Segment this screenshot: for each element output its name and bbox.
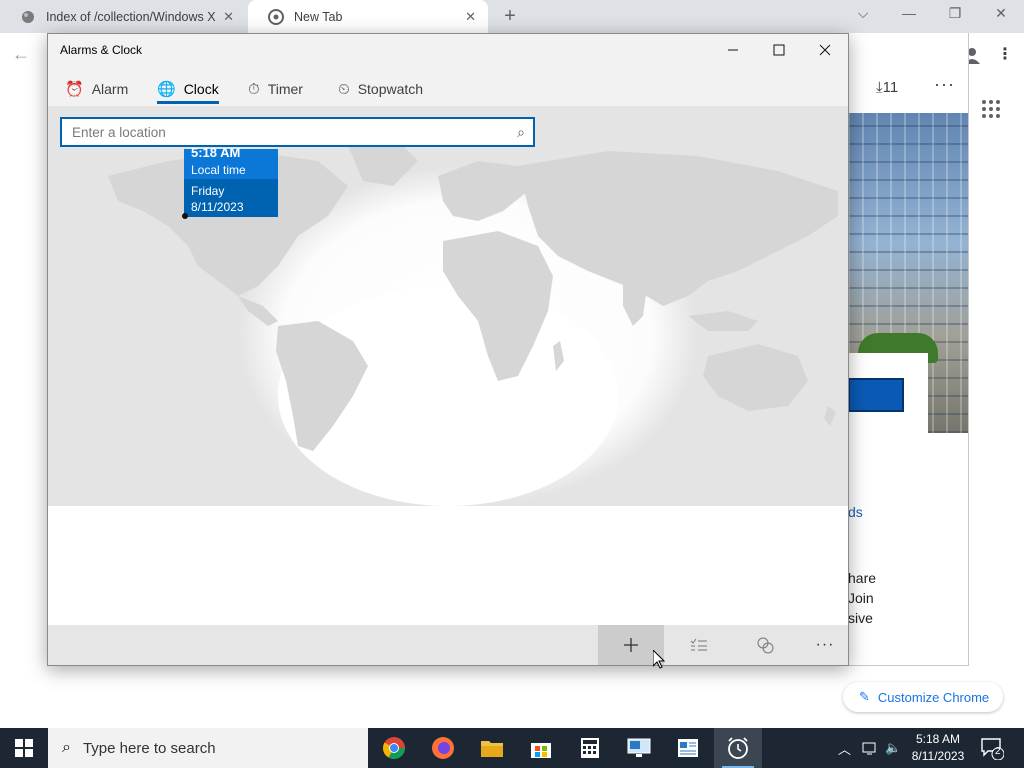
browser-tab-strip: Index of /collection/Windows XP ✕ New Ta…	[0, 0, 1024, 33]
local-date: 8/11/2023	[191, 200, 244, 214]
world-map[interactable]	[48, 106, 848, 506]
taskbar-search-placeholder: Type here to search	[82, 739, 216, 757]
store-icon	[531, 743, 551, 758]
show-hidden-icons-chevron[interactable]: ︿	[838, 728, 851, 768]
taskbar-alarms-clock[interactable]	[714, 728, 762, 768]
world-clock-icon: 🌐	[157, 81, 176, 98]
back-arrow-icon[interactable]: ←	[12, 44, 30, 65]
chrome-icon	[383, 737, 405, 759]
windows-logo-icon	[15, 739, 33, 757]
tab-search-chevron-icon[interactable]: ⌵	[853, 5, 873, 22]
mouse-cursor-icon	[653, 650, 665, 669]
tab-title: New Tab	[294, 9, 343, 24]
more-options-button[interactable]: ···	[792, 625, 858, 665]
compare-clocks-icon	[757, 637, 774, 654]
taskbar-search-box[interactable]: ⌕ Type here to search	[48, 728, 368, 768]
alarm-clock-icon: ⏰	[65, 81, 84, 98]
taskbar-date: 8/11/2023	[911, 749, 965, 763]
taskbar-file-explorer[interactable]	[468, 728, 516, 768]
local-day: Friday	[191, 184, 225, 198]
pencil-icon: ✎	[859, 689, 870, 704]
search-icon: ⌕	[62, 739, 71, 756]
site-favicon-icon	[22, 10, 34, 23]
search-icon[interactable]: ⌕	[517, 124, 525, 141]
remote-desktop-icon	[627, 738, 651, 757]
more-icon[interactable]: ···	[934, 74, 955, 95]
tab-stopwatch[interactable]: ⏲ Stopwatch	[338, 74, 423, 104]
taskbar-time: 5:18 AM	[915, 732, 961, 746]
apps-grid-icon[interactable]	[981, 99, 1001, 119]
local-date-badge: Friday 8/11/2023	[184, 179, 278, 217]
windows-taskbar: ⌕ Type here to search ︿ 🔈 5:18 AM 8/11/2…	[0, 728, 1024, 768]
browser-tab-index[interactable]: Index of /collection/Windows XP ✕	[0, 0, 246, 33]
tab-timer[interactable]: ⏱ Timer	[248, 74, 303, 104]
select-clocks-button[interactable]	[666, 625, 732, 665]
background-text-line: Join	[848, 590, 874, 606]
alarm-clock-icon	[728, 737, 748, 759]
clock-list-area	[48, 506, 848, 625]
stopwatch-icon: ⏲	[338, 80, 350, 98]
browser-minimize-button[interactable]: —	[899, 5, 919, 21]
app-titlebar[interactable]: Alarms & Clock	[48, 34, 848, 66]
timer-icon: ⏱	[248, 80, 260, 98]
local-time-badge[interactable]: 5:18 AM Local time	[184, 145, 278, 179]
tab-close-icon[interactable]: ✕	[223, 9, 234, 25]
background-link-fragment[interactable]: ds	[848, 504, 863, 520]
browser-restore-button[interactable]: ❐	[945, 5, 965, 22]
more-icon: ···	[815, 636, 835, 653]
local-time-label: Local time	[191, 163, 246, 177]
volume-icon[interactable]: 🔈	[885, 728, 901, 768]
command-bar: ···	[48, 625, 848, 665]
taskbar-chrome[interactable]	[370, 728, 418, 768]
minimize-button[interactable]	[710, 34, 756, 66]
tab-label: Alarm	[91, 81, 129, 97]
tab-label: Clock	[183, 81, 219, 97]
app-navigation: ⏰ Alarm 🌐 Clock ⏱ Timer ⏲ Stopwatch	[48, 66, 848, 106]
chrome-favicon-icon	[268, 8, 284, 25]
tab-close-icon[interactable]: ✕	[465, 9, 476, 25]
taskbar-microsoft-store[interactable]	[517, 728, 565, 768]
tab-clock[interactable]: 🌐 Clock	[157, 74, 219, 104]
action-center-button[interactable]: 2	[980, 736, 1005, 761]
compare-button[interactable]	[732, 625, 798, 665]
background-blue-button[interactable]	[848, 378, 904, 412]
calculator-icon	[581, 738, 599, 758]
network-icon[interactable]	[862, 728, 880, 768]
customize-chrome-label: Customize Chrome	[877, 689, 990, 705]
location-search-box[interactable]: ⌕	[60, 117, 535, 147]
browser-close-button[interactable]: ✕	[991, 5, 1011, 22]
new-tab-button[interactable]: +	[498, 4, 522, 28]
maximize-button[interactable]	[756, 34, 802, 66]
browser-tab-new-tab[interactable]: New Tab ✕	[248, 0, 488, 33]
folder-icon	[481, 741, 503, 757]
taskbar-remote-desktop[interactable]	[615, 728, 663, 768]
local-time-value: 5:18 AM	[191, 145, 241, 160]
close-button[interactable]	[802, 34, 848, 66]
app-title: Alarms & Clock	[60, 43, 143, 57]
customize-chrome-button[interactable]: ✎ Customize Chrome	[843, 682, 1004, 712]
background-text-line: hare	[848, 570, 877, 586]
location-pin-dot[interactable]	[182, 213, 188, 219]
background-text-line: sive	[848, 610, 873, 626]
browser-menu-icon[interactable]: ⋮	[997, 44, 1013, 64]
tab-label: Stopwatch	[357, 81, 424, 97]
firefox-icon	[432, 737, 454, 759]
notification-count: 2	[995, 746, 1001, 757]
tab-label: Timer	[267, 81, 303, 97]
news-icon	[678, 739, 698, 757]
taskbar-calculator[interactable]	[566, 728, 614, 768]
taskbar-news[interactable]	[664, 728, 712, 768]
taskbar-clock[interactable]: 5:18 AM 8/11/2023	[900, 731, 976, 765]
list-select-icon	[690, 638, 707, 651]
tab-alarm[interactable]: ⏰ Alarm	[65, 74, 128, 104]
downloads-icon[interactable]: ⤓11	[876, 79, 898, 96]
tab-title: Index of /collection/Windows XP	[46, 9, 216, 24]
taskbar-firefox[interactable]	[419, 728, 467, 768]
world-map-graphic	[48, 106, 848, 506]
location-search-input[interactable]	[62, 119, 502, 145]
plus-icon	[624, 638, 638, 652]
start-button[interactable]	[0, 728, 48, 768]
